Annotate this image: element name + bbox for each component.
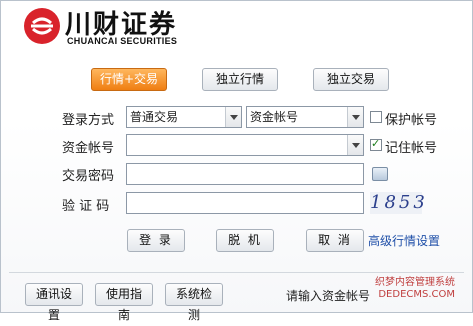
- tab-trade-only[interactable]: 独立交易: [313, 68, 389, 91]
- login-mode-value: 普通交易: [130, 110, 179, 124]
- captcha-label: 验 证 码: [62, 199, 110, 214]
- tab-quote-trade[interactable]: 行情+交易: [91, 68, 167, 91]
- captcha-input[interactable]: [126, 192, 364, 214]
- protect-account-checkbox[interactable]: [370, 111, 382, 123]
- remember-account-label: 记住帐号: [385, 141, 438, 156]
- brand-name-en: CHUANCAI SECURITIES: [67, 36, 178, 46]
- status-text: 请输入资金帐号: [286, 289, 371, 303]
- advanced-quote-settings-link[interactable]: 高级行情设置: [368, 232, 440, 249]
- watermark: 织梦内容管理系统 DEDECMS.COM: [375, 277, 455, 301]
- chevron-down-icon: [225, 107, 241, 127]
- account-type-select[interactable]: 资金帐号: [246, 106, 364, 128]
- cancel-button[interactable]: 取 消: [306, 229, 364, 252]
- login-window: 川财证券 CHUANCAI SECURITIES 行情+交易 独立行情 独立交易…: [0, 0, 473, 322]
- protect-account-label: 保护帐号: [385, 113, 438, 128]
- account-input[interactable]: [126, 134, 364, 156]
- password-input[interactable]: [126, 163, 364, 185]
- offline-button[interactable]: 脱 机: [216, 229, 274, 252]
- login-mode-label: 登录方式: [62, 113, 115, 128]
- tab-quote-only[interactable]: 独立行情: [202, 68, 278, 91]
- captcha-image[interactable]: 1853: [370, 192, 425, 214]
- soft-keyboard-icon[interactable]: [372, 167, 388, 181]
- remember-account-checkbox[interactable]: [370, 137, 382, 151]
- chevron-down-icon: [347, 107, 363, 127]
- watermark-line2: DEDECMS.COM: [378, 289, 455, 300]
- password-label: 交易密码: [62, 169, 115, 184]
- login-button[interactable]: 登 录: [127, 229, 185, 252]
- login-mode-select[interactable]: 普通交易: [126, 106, 242, 128]
- comm-settings-button[interactable]: 通讯设置: [25, 283, 83, 322]
- account-type-value: 资金帐号: [250, 110, 299, 124]
- logo-icon: [24, 8, 60, 44]
- watermark-line1: 织梦内容管理系统: [375, 277, 455, 288]
- system-check-button[interactable]: 系统检测: [165, 283, 223, 322]
- chevron-down-icon: [347, 135, 363, 155]
- divider: [9, 272, 464, 273]
- account-label: 资金帐号: [62, 141, 115, 156]
- user-guide-button[interactable]: 使用指南: [95, 283, 153, 322]
